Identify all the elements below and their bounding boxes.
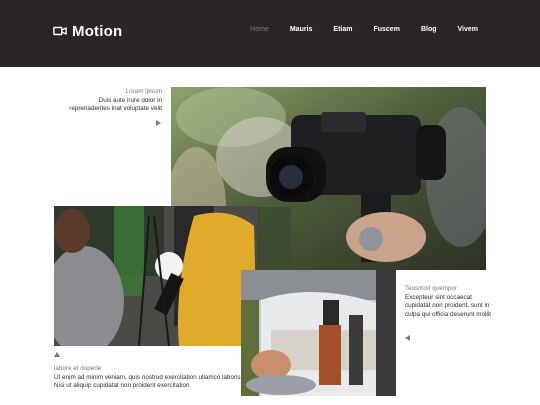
arrow-up-icon[interactable]	[54, 352, 60, 357]
video-camera-icon	[53, 26, 67, 36]
feature-text: Ut enim ad minim veniam, quis nostrud ex…	[54, 373, 243, 390]
feature-title: labore et doperle	[54, 365, 102, 372]
nav-item-etiam[interactable]: Etiam	[333, 26, 352, 33]
nav-item-fuscem[interactable]: Fuscem	[373, 26, 399, 33]
feature-title: Lorem ipsum	[125, 88, 162, 95]
nav-item-blog[interactable]: Blog	[421, 26, 437, 33]
feature-caption-teusmod: Teusmod quempor Excepteur sint occaecat …	[405, 285, 495, 319]
arrow-right-icon[interactable]	[156, 120, 161, 126]
feature-text: Duis aute irure dolor in reprenaderites …	[69, 96, 162, 113]
feature-text: Excepteur sint occaecat cupidatat non pr…	[405, 293, 491, 318]
nav-item-vivem[interactable]: Vivem	[458, 26, 479, 33]
main-nav: Home Mauris Etiam Fuscem Blog Vivem	[229, 26, 478, 33]
press-microphone-photo[interactable]	[54, 206, 257, 346]
tv-studio-photo[interactable]	[241, 270, 396, 396]
feature-caption-labore: labore et doperle Ut enim ad minim venia…	[54, 365, 254, 391]
site-logo[interactable]: Motion	[53, 20, 122, 42]
feature-caption-lorem-ipsum: Lorem ipsum Duis aute irure dolor in rep…	[60, 88, 162, 114]
feature-title: Teusmod quempor	[405, 285, 458, 292]
site-header: Motion Home Mauris Etiam Fuscem Blog Viv…	[0, 0, 540, 67]
brand-name: Motion	[72, 22, 123, 40]
nav-item-mauris[interactable]: Mauris	[290, 26, 313, 33]
arrow-left-icon[interactable]	[405, 335, 410, 341]
nav-item-home[interactable]: Home	[250, 26, 269, 33]
